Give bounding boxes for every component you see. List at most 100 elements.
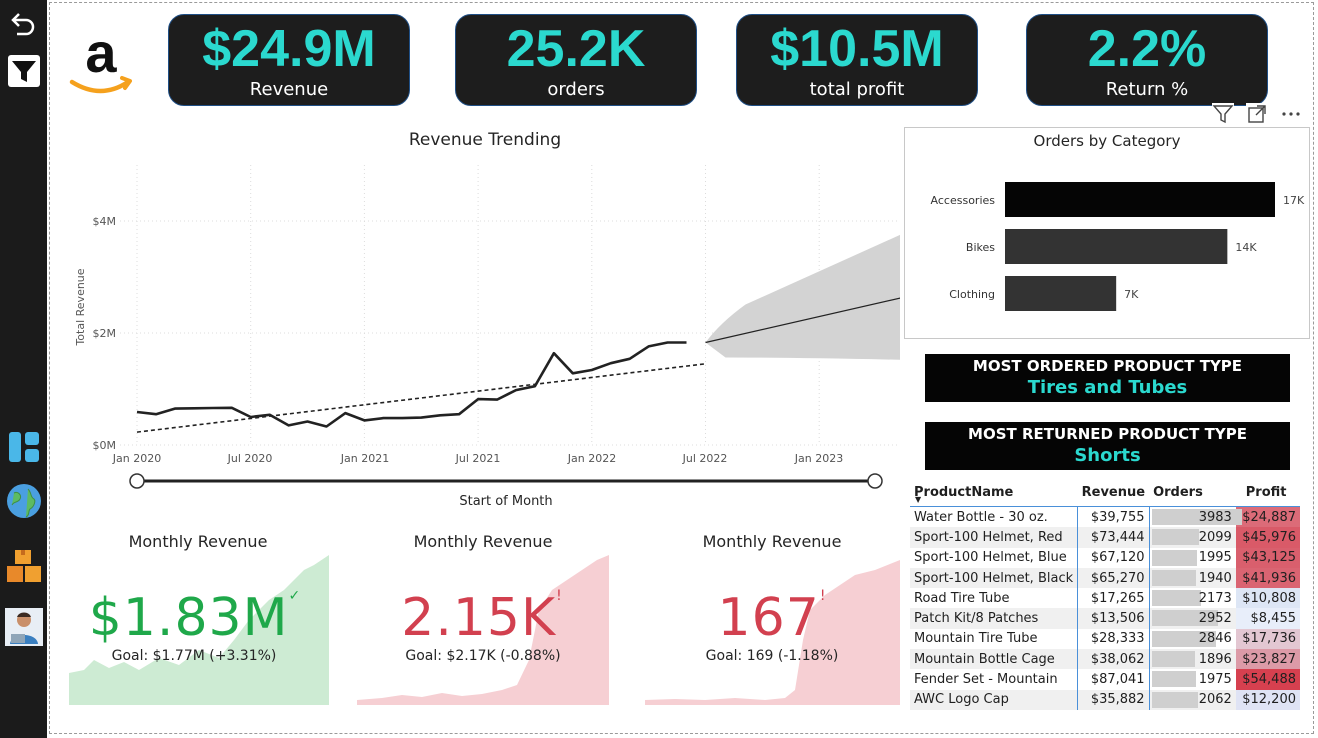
orders-data-bar <box>1151 590 1201 607</box>
kpi-value: $10.5M <box>770 20 944 78</box>
cell-profit: $12,200 <box>1235 689 1300 710</box>
ytick-label: $2M <box>93 327 117 340</box>
banner-label: MOST ORDERED PRODUCT TYPE <box>972 357 1243 375</box>
xtick-label: Jan 2022 <box>567 452 616 465</box>
table-row[interactable]: AWC Logo Cap $35,882 2062 $12,200 <box>910 689 1300 710</box>
cell-profit: $23,827 <box>1235 649 1300 670</box>
kpi-label: total profit <box>809 79 905 100</box>
cell-productname: Mountain Tire Tube <box>914 631 1038 647</box>
cell-orders: 1995 <box>1149 548 1236 568</box>
sort-desc-icon[interactable]: ▼ <box>915 495 921 504</box>
ytick-label: $4M <box>93 215 117 228</box>
kpi-label: Revenue <box>249 79 329 100</box>
xtick-label: Jul 2022 <box>682 452 728 465</box>
sidebar <box>0 0 47 738</box>
svg-text:a: a <box>85 26 117 84</box>
category-label: Accessories <box>931 194 996 207</box>
xtick-label: Jan 2021 <box>340 452 389 465</box>
filter-icon[interactable] <box>5 52 43 90</box>
boxes-icon[interactable] <box>5 548 43 586</box>
kpi-card-return-pct[interactable]: 2.2% Return % <box>1026 14 1268 106</box>
cell-productname: Water Bottle - 30 oz. <box>914 509 1048 525</box>
slider-end-handle[interactable] <box>867 473 883 489</box>
cell-revenue: $28,333 <box>1077 628 1150 650</box>
table-row[interactable]: Water Bottle - 30 oz. $39,755 3983 $24,887 <box>910 506 1300 528</box>
table-row[interactable]: Sport-100 Helmet, Red $73,444 2099 $45,976 <box>910 527 1300 548</box>
product-table[interactable]: ProductName ▼ Revenue Orders Profit Water… <box>910 478 1300 710</box>
goal-alert-icon: ! <box>556 588 563 604</box>
more-options-icon[interactable] <box>1280 103 1302 125</box>
cell-profit: $43,125 <box>1235 547 1300 568</box>
banner-value: Shorts <box>1074 445 1141 466</box>
cell-productname: Road Tire Tube <box>914 590 1010 606</box>
slider-start-handle[interactable] <box>129 473 145 489</box>
monthly-card-title: Monthly Revenue <box>413 532 553 551</box>
monthly-kpi-value: 2.15K! <box>401 588 563 648</box>
column-header-profit[interactable]: Profit <box>1235 478 1300 507</box>
revenue-series-line <box>136 341 687 428</box>
cell-profit: $17,736 <box>1235 628 1300 650</box>
monthly-kpi-value: $1.83M✓ <box>88 588 302 648</box>
table-row[interactable]: Patch Kit/8 Patches $13,506 2952 $8,455 <box>910 608 1300 629</box>
cell-orders: 1896 <box>1149 649 1236 670</box>
kpi-value: 2.2% <box>1087 20 1207 78</box>
kpi-card-revenue[interactable]: $24.9M Revenue <box>168 14 410 106</box>
cell-revenue: $65,270 <box>1077 567 1150 589</box>
back-arrow-icon[interactable] <box>5 4 43 42</box>
cell-profit: $10,808 <box>1235 588 1300 609</box>
visual-toolbar <box>1212 101 1310 127</box>
cell-profit: $41,936 <box>1235 567 1300 589</box>
column-header-productname[interactable]: ProductName ▼ <box>910 478 1078 507</box>
column-header-orders[interactable]: Orders <box>1149 478 1236 507</box>
cell-revenue: $13,506 <box>1077 608 1150 629</box>
cell-orders: 2846 <box>1149 629 1236 649</box>
orders-data-bar <box>1151 549 1197 566</box>
orders-data-bar <box>1151 569 1196 586</box>
cell-orders: 2062 <box>1149 689 1236 710</box>
bar-data-label: 17K <box>1283 194 1305 207</box>
table-row[interactable]: Mountain Bottle Cage $38,062 1896 $23,827 <box>910 649 1300 670</box>
cell-productname: Mountain Bottle Cage <box>910 649 1078 670</box>
monthly-kpi-value: 167! <box>717 588 827 648</box>
cell-orders: 2952 <box>1149 608 1236 629</box>
monthly-card-title: Monthly Revenue <box>128 532 268 551</box>
xtick-label: Jan 2020 <box>112 452 161 465</box>
orders-data-bar <box>1151 651 1195 668</box>
trendline <box>136 363 706 433</box>
monthly-goal-text: Goal: $2.17K (-0.88%) <box>405 648 561 664</box>
goal-check-icon: ✓ <box>288 588 302 604</box>
orders-data-bar <box>1151 671 1196 688</box>
user-icon[interactable] <box>5 608 43 646</box>
focus-mode-icon[interactable] <box>1246 103 1268 125</box>
kpi-label: orders <box>547 79 605 100</box>
cell-revenue: $38,062 <box>1077 649 1150 670</box>
trend-chart-title: Revenue Trending <box>408 130 562 150</box>
table-row[interactable]: Road Tire Tube $17,265 2173 $10,808 <box>910 588 1300 609</box>
filter-icon[interactable] <box>1212 103 1234 125</box>
orders-by-category-chart[interactable]: Orders by Category Accessories 17K Bikes 14… <box>905 128 1309 338</box>
forecast-band <box>705 234 900 360</box>
banner-value: Tires and Tubes <box>1027 377 1188 398</box>
kpi-value: 25.2K <box>506 20 646 78</box>
cell-orders: 2099 <box>1149 527 1236 548</box>
dashboard-icon[interactable] <box>5 428 43 466</box>
kpi-card-orders[interactable]: 25.2K orders <box>455 14 697 106</box>
monthly-card-title: Monthly Revenue <box>702 532 842 551</box>
globe-icon[interactable] <box>5 482 43 520</box>
table-row[interactable]: Sport-100 Helmet, Black $65,270 1940 $41,93… <box>910 567 1300 589</box>
kpi-value: $24.9M <box>202 20 376 78</box>
kpi-card-total-profit[interactable]: $10.5M total profit <box>736 14 978 106</box>
table-row[interactable]: Mountain Tire Tube $28,333 2846 $17,736 <box>910 628 1300 650</box>
revenue-trend-chart[interactable]: Total Revenue $4M $2M $0M Jan 2020 Jul 2… <box>60 155 900 515</box>
monthly-goal-text: Goal: $1.77M (+3.31%) <box>111 648 277 664</box>
table-row[interactable]: Sport-100 Helmet, Blue $67,120 1995 $43,125 <box>910 547 1300 568</box>
cell-revenue: $87,041 <box>1077 669 1150 690</box>
category-chart-title: Orders by Category <box>1034 132 1181 150</box>
column-header-revenue[interactable]: Revenue <box>1077 478 1150 507</box>
cell-productname: Sport-100 Helmet, Blue <box>914 550 1067 566</box>
orders-data-bar <box>1151 529 1199 546</box>
category-bar <box>1005 182 1275 217</box>
orders-by-category-panel[interactable]: Orders by Category Accessories 17K Bikes 14… <box>904 127 1310 339</box>
table-row[interactable]: Fender Set - Mountain $87,041 1975 $54,488 <box>910 669 1300 690</box>
most-ordered-banner: MOST ORDERED PRODUCT TYPE Tires and Tube… <box>925 354 1290 402</box>
